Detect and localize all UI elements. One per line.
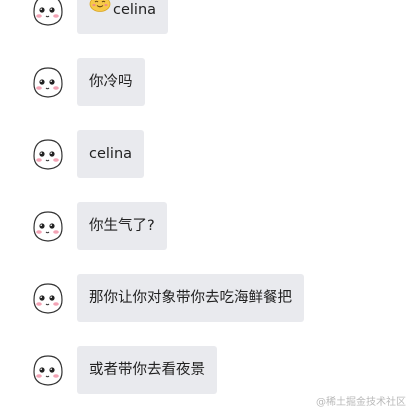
ghost-avatar-icon — [33, 139, 63, 170]
message-bubble[interactable]: 你生气了? — [77, 202, 167, 250]
message-text: 你生气了? — [89, 218, 155, 234]
ghost-avatar-icon — [33, 355, 63, 386]
avatar[interactable] — [30, 352, 66, 388]
avatar[interactable] — [30, 208, 66, 244]
ghost-avatar-icon — [33, 67, 63, 98]
ghost-avatar-icon — [33, 211, 63, 242]
message-row: 你冷吗 — [0, 58, 410, 106]
message-bubble[interactable]: 你冷吗 — [77, 58, 145, 106]
message-row: celina — [0, 130, 410, 178]
ghost-avatar-icon — [33, 283, 63, 314]
avatar[interactable] — [30, 64, 66, 100]
message-bubble[interactable]: celina — [77, 130, 145, 178]
message-row: 或者带你去看夜景 — [0, 346, 410, 394]
message-text: 或者带你去看夜景 — [89, 362, 205, 378]
message-text: 那你让你对象带你去吃海鲜餐把 — [89, 290, 292, 306]
message-bubble[interactable]: celina — [77, 0, 169, 34]
message-text: celina — [89, 146, 133, 162]
avatar[interactable] — [30, 280, 66, 316]
chat-view: celina 你冷吗 celina 你生气了? 那你让你对象带你去吃海鲜餐把 或… — [0, 0, 410, 410]
message-bubble[interactable]: 或者带你去看夜景 — [77, 346, 217, 394]
message-row: celina — [0, 0, 410, 34]
message-row: 你生气了? — [0, 202, 410, 250]
avatar[interactable] — [30, 0, 66, 28]
avatar[interactable] — [30, 136, 66, 172]
ghost-avatar-icon — [33, 0, 63, 26]
message-text: celina — [113, 2, 157, 18]
message-bubble[interactable]: 那你让你对象带你去吃海鲜餐把 — [77, 274, 304, 322]
message-row: 那你让你对象带你去吃海鲜餐把 — [0, 274, 410, 322]
watermark: @稀土掘金技术社区 — [316, 397, 406, 408]
message-text: 你冷吗 — [89, 74, 133, 90]
smiling-face-icon — [89, 0, 111, 32]
